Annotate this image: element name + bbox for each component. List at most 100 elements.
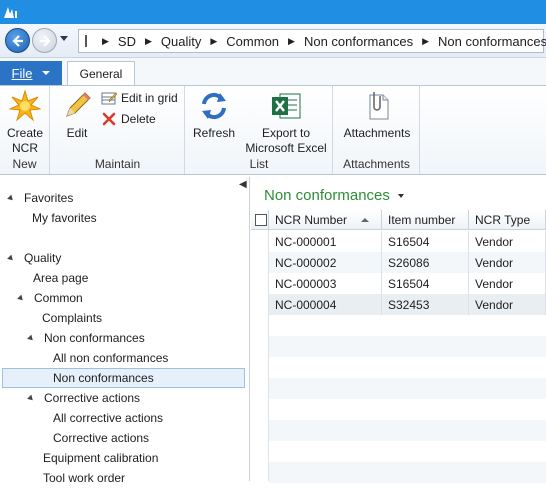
edit-in-grid-label: Edit in grid [121,91,178,105]
cell-item-number: S16504 [382,231,469,252]
breadcrumb-separator-icon: ▶ [102,35,109,46]
collapsed-icon [27,313,33,323]
cell-item-number: S26086 [382,252,469,273]
attachment-document-icon [361,90,393,122]
excel-icon [270,90,302,122]
select-all-cell [251,210,269,230]
breadcrumb-item[interactable]: SD [118,34,136,49]
empty-row [269,357,546,378]
collapsed-icon [17,213,23,223]
column-header-item-number[interactable]: Item number [382,210,469,230]
cell-item-number: S32453 [382,294,469,315]
nav-equipment-calibration[interactable]: Equipment calibration [43,448,158,468]
column-header-ncr-number[interactable]: NCR Number [269,210,382,230]
table-row[interactable]: NC-000001 S16504 Vendor [269,231,546,252]
history-dropdown-icon[interactable] [60,36,68,41]
back-button[interactable] [5,28,30,53]
nav-corrective-actions[interactable]: Corrective actions [53,428,149,448]
attachments-button[interactable]: Attachments [338,90,416,141]
breadcrumb-item[interactable]: Non conformances [438,34,546,49]
ribbon-group-maintain: Edit Edit in grid Delete Maintain [51,86,185,174]
refresh-icon [198,90,230,122]
table-row[interactable]: NC-000002 S26086 Vendor [269,252,546,273]
export-excel-label: Export to Microsoft Excel [245,126,327,155]
expanded-icon [7,194,15,202]
forward-arrow-icon [39,34,51,47]
starburst-icon [8,89,42,122]
refresh-button[interactable]: Refresh [190,90,238,141]
column-header-ncr-type[interactable]: NCR Type [469,210,546,230]
empty-row [269,336,546,357]
breadcrumb-item[interactable]: Quality [161,34,201,49]
nav-non-conformances-group[interactable]: Non conformances [27,328,145,348]
nav-all-non-conformances[interactable]: All non conformances [53,348,168,368]
breadcrumb[interactable]: ▶ SD ▶ Quality ▶ Common ▶ Non conformanc… [78,29,546,53]
file-tab[interactable]: File [0,61,62,85]
breadcrumb-item[interactable]: Non conformances [304,34,413,49]
cell-ncr-number: NC-000002 [269,252,382,273]
list-page: Non conformances NCR Number Item number … [251,177,546,483]
nav-label: Quality [24,251,62,265]
empty-row [269,315,546,336]
nav-label: Corrective actions [44,391,141,405]
nav-label: Non conformances [53,371,154,385]
create-ncr-label: Create NCR [6,126,44,155]
nav-quality[interactable]: Quality [7,248,62,268]
title-bar [0,0,546,24]
cell-ncr-type: Vendor [469,252,546,273]
empty-row [269,399,546,420]
group-label-new: New [12,157,37,171]
empty-row [269,378,546,399]
chevron-down-icon [397,193,404,198]
navigation-pane: ◀ Favorites My favorites Quality Area pa… [0,177,250,485]
breadcrumb-item[interactable]: Common [226,34,279,49]
nav-my-favorites[interactable]: My favorites [17,208,97,228]
grid-header: NCR Number Item number NCR Type [251,210,546,230]
group-label-list: List [249,157,269,171]
refresh-label: Refresh [192,126,236,140]
delete-button[interactable]: Delete [101,111,156,127]
nav-area-page[interactable]: Area page [33,268,88,288]
table-row-selected[interactable]: NC-000004 S32453 Vendor [269,294,546,315]
empty-row [269,441,546,462]
ribbon-group-list: Refresh Export to Microsoft Excel List [186,86,333,174]
nav-complaints[interactable]: Complaints [27,308,103,328]
delete-label: Delete [121,112,156,126]
edit-in-grid-button[interactable]: Edit in grid [101,90,178,106]
collapse-pane-icon[interactable]: ◀ [239,179,247,190]
attachments-label: Attachments [343,126,411,140]
group-label-maintain: Maintain [94,157,141,171]
tab-general[interactable]: General [67,61,135,86]
create-ncr-button[interactable]: Create NCR [2,89,48,156]
nav-non-conformances-selected[interactable]: Non conformances [2,368,245,388]
ribbon-group-new: Create NCR New [0,86,50,174]
nav-label: All corrective actions [53,411,164,425]
chevron-down-icon [42,71,51,75]
list-title[interactable]: Non conformances [264,187,404,204]
nav-common[interactable]: Common [17,288,83,308]
nav-corrective-actions-group[interactable]: Corrective actions [27,388,141,408]
column-header-label: Item number [388,213,456,227]
nav-label: Complaints [42,311,103,325]
nav-label: Area page [33,271,89,285]
select-all-checkbox[interactable] [255,214,267,226]
cell-ncr-number: NC-000004 [269,294,382,315]
ribbon: Create NCR New Edit Edit in grid Delete … [0,85,546,175]
nav-favorites[interactable]: Favorites [7,188,73,208]
nav-label: Equipment calibration [43,451,159,465]
nav-all-corrective-actions[interactable]: All corrective actions [53,408,163,428]
empty-row [269,462,546,483]
nav-tool-work-order[interactable]: Tool work order [43,468,125,488]
export-excel-button[interactable]: Export to Microsoft Excel [241,90,331,156]
address-bar: ▶ SD ▶ Quality ▶ Common ▶ Non conformanc… [0,24,546,58]
nav-label: Corrective actions [53,431,150,445]
row-selector-column [251,230,269,481]
delete-x-icon [102,112,116,126]
table-row[interactable]: NC-000003 S16504 Vendor [269,273,546,294]
file-tab-label: File [11,65,33,81]
edit-button[interactable]: Edit [57,90,97,141]
cell-ncr-type: Vendor [469,294,546,315]
expanded-icon [17,294,25,302]
forward-button[interactable] [32,28,57,53]
nav-label: My favorites [32,211,97,225]
